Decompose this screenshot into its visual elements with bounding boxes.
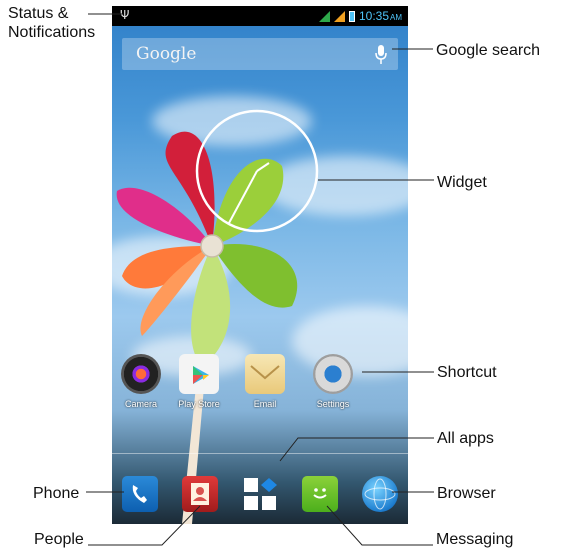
phone-screen: Ψ 10:35AM Google Camera Play Store Email… xyxy=(112,6,408,524)
signal-icon-2 xyxy=(333,10,345,22)
status-bar[interactable]: Ψ 10:35AM xyxy=(112,6,408,26)
browser-globe-icon xyxy=(364,478,396,510)
microphone-icon[interactable] xyxy=(374,44,388,66)
all-apps-grid-icon xyxy=(244,478,277,510)
app-email[interactable]: Email xyxy=(235,354,295,409)
dock-phone-button[interactable] xyxy=(122,476,158,512)
dock-all-apps-button[interactable] xyxy=(242,476,278,512)
dock-messaging-button[interactable] xyxy=(302,476,338,512)
callout-all-apps: All apps xyxy=(437,430,494,447)
callout-messaging: Messaging xyxy=(436,531,514,548)
callout-widget: Widget xyxy=(437,174,487,191)
google-search-logo: Google xyxy=(136,44,197,64)
app-camera[interactable]: Camera xyxy=(112,354,171,409)
signal-icon xyxy=(318,10,330,22)
callout-phone: Phone xyxy=(33,485,80,502)
messaging-icon xyxy=(313,488,327,499)
clock-widget[interactable] xyxy=(194,108,320,234)
callout-shortcut: Shortcut xyxy=(437,364,497,381)
app-play-store[interactable]: Play Store xyxy=(169,354,229,409)
phone-icon xyxy=(132,485,147,503)
callout-browser: Browser xyxy=(437,485,496,502)
camera-icon xyxy=(121,354,161,394)
app-settings[interactable]: Settings xyxy=(303,354,363,409)
callout-status-notifications: Status & Notifications xyxy=(8,5,96,41)
email-icon xyxy=(245,354,285,394)
play-store-icon xyxy=(179,354,219,394)
people-icon xyxy=(191,483,209,505)
dock-people-button[interactable] xyxy=(182,476,218,512)
dock-divider xyxy=(112,453,408,454)
settings-gear-icon xyxy=(313,354,353,394)
callout-google-search: Google search xyxy=(436,42,541,59)
google-search-bar[interactable]: Google xyxy=(122,38,398,70)
battery-icon xyxy=(348,10,355,22)
callout-people: People xyxy=(34,531,84,548)
status-time: 10:35AM xyxy=(358,9,402,23)
dock-browser-button[interactable] xyxy=(362,476,398,512)
usb-icon: Ψ xyxy=(120,8,130,22)
